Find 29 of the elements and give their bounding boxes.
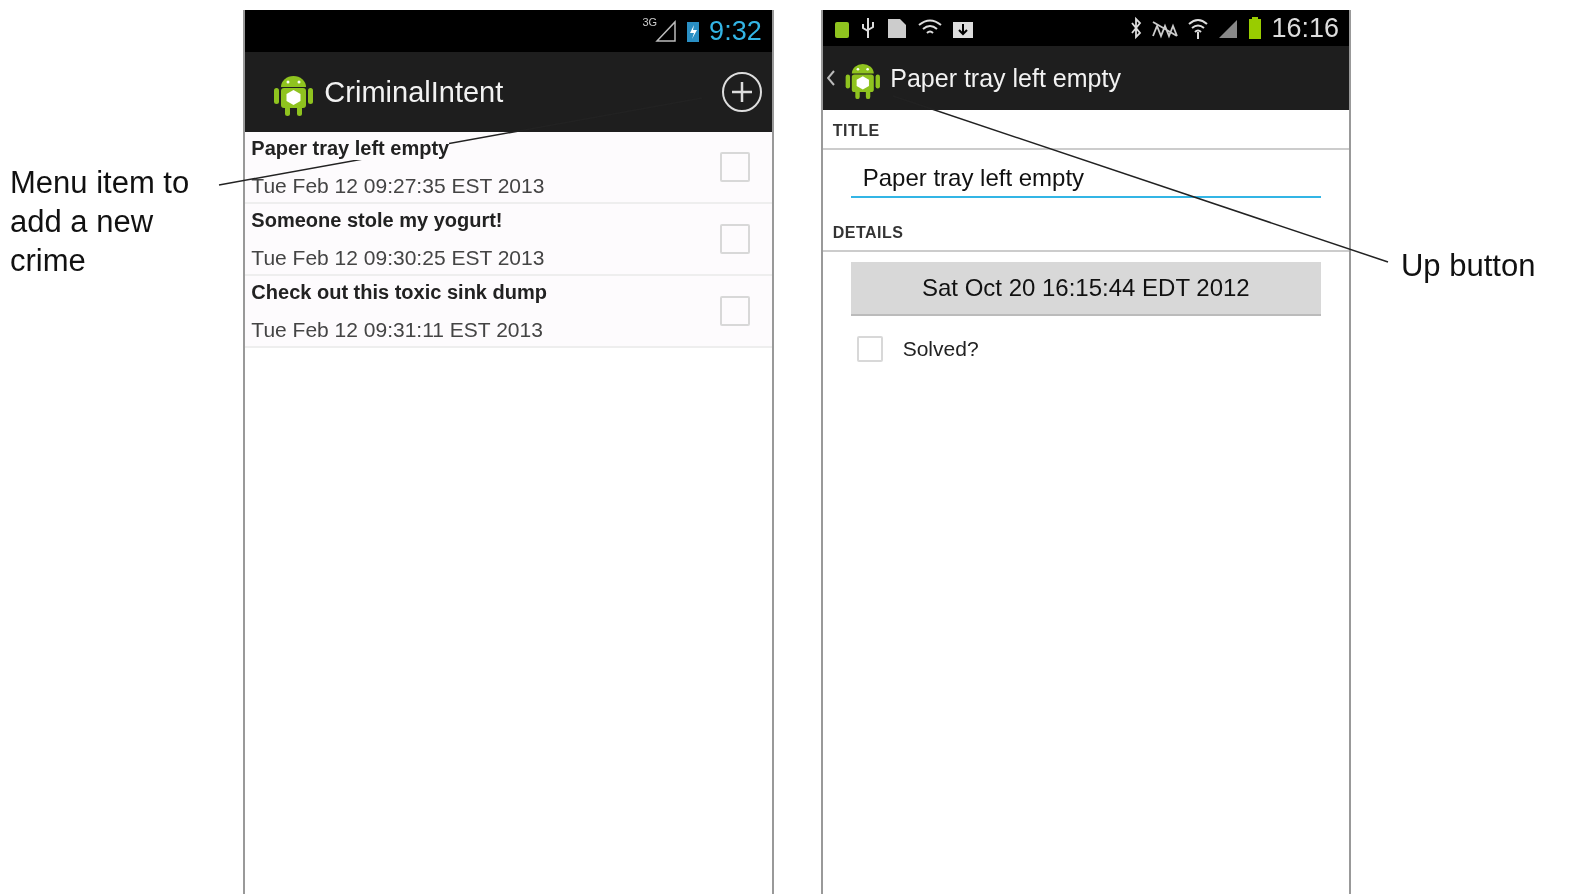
- section-header: TITLE: [822, 110, 1349, 150]
- date-button[interactable]: Sat Oct 20 16:15:44 EDT 2012: [850, 262, 1321, 316]
- crime-date: Tue Feb 12 09:31:11 EST 2013: [251, 317, 544, 342]
- crime-row[interactable]: Paper tray left empty Tue Feb 12 09:27:35 EST 2013: [245, 132, 772, 204]
- section-header: DETAILS: [822, 212, 1349, 252]
- signal-icon: [655, 19, 678, 43]
- wifi-icon: [1187, 16, 1210, 40]
- checkbox[interactable]: [856, 336, 883, 362]
- back-caret-icon[interactable]: [826, 70, 835, 86]
- crime-row[interactable]: Someone stole my yogurt! Tue Feb 12 09:30:25 EST 2013: [245, 204, 772, 276]
- battery-icon: [685, 19, 702, 43]
- bluetooth-icon: [1129, 16, 1144, 40]
- screen-title: Paper tray left empty: [890, 63, 1121, 93]
- callout-text: Up button: [1401, 247, 1537, 285]
- add-icon[interactable]: [721, 72, 762, 112]
- clock: 9:32: [709, 15, 762, 47]
- app-title: CriminalIntent: [324, 75, 504, 109]
- crime-date: Tue Feb 12 09:27:35 EST 2013: [251, 173, 546, 198]
- callout-text: Menu item to add a new crime: [10, 164, 191, 280]
- checkbox[interactable]: [719, 152, 750, 182]
- battery-icon: [1247, 16, 1264, 40]
- checkbox[interactable]: [719, 296, 750, 326]
- crime-row[interactable]: Check out this toxic sink dump Tue Feb 12 09:31:11 EST 2013: [245, 276, 772, 348]
- title-input-field[interactable]: Paper tray left empty: [850, 164, 1321, 198]
- network-type: 3G: [642, 16, 658, 28]
- clock: 16:16: [1271, 12, 1339, 44]
- crime-date: Tue Feb 12 09:30:25 EST 2013: [251, 245, 546, 270]
- checkbox-label: Solved?: [902, 337, 979, 361]
- checkbox[interactable]: [719, 224, 750, 254]
